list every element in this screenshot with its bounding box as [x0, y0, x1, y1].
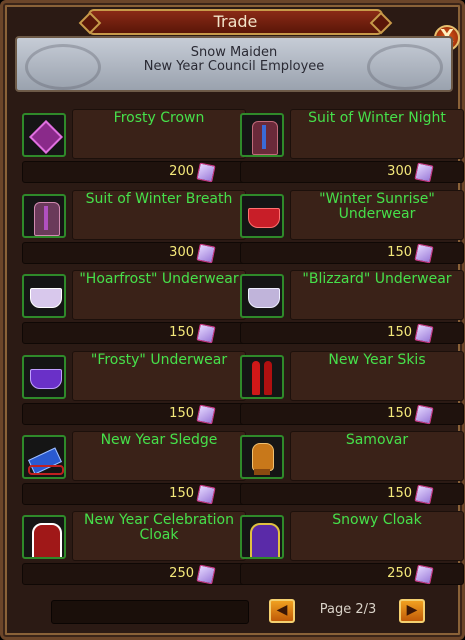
item-name: "Blizzard" Underwear — [302, 271, 452, 287]
npc-banner: Snow Maiden New Year Council Employee — [15, 36, 453, 92]
item-price: 150 — [387, 406, 412, 421]
item-name: Suit of Winter Night — [308, 110, 446, 126]
item-name: New Year Sledge — [100, 432, 218, 448]
ornament-left-icon — [78, 11, 102, 35]
ornament-right-icon — [369, 11, 393, 35]
page-indicator: Page 2/3 — [319, 602, 377, 617]
shop-item-frosty-underwear[interactable]: "Frosty" Underwear 150 — [22, 351, 246, 431]
item-price: 300 — [169, 245, 194, 260]
item-price: 150 — [387, 486, 412, 501]
samovar-icon[interactable] — [240, 435, 284, 479]
item-name: "Winter Sunrise" Underwear — [319, 191, 435, 222]
underwear-icon[interactable] — [22, 355, 66, 399]
item-price: 250 — [387, 566, 412, 581]
frost-swirl-icon — [25, 44, 101, 90]
window-title-bar: Trade — [78, 9, 393, 35]
arrow-right-icon: ▶ — [406, 602, 418, 618]
item-name: "Frosty" Underwear — [90, 352, 228, 368]
cloak-icon[interactable] — [240, 515, 284, 559]
item-price: 150 — [169, 325, 194, 340]
window-title: Trade — [213, 12, 258, 31]
item-name: Suit of Winter Breath — [85, 191, 233, 207]
shop-item-winter-sunrise-underwear[interactable]: "Winter Sunrise" Underwear 150 — [240, 190, 464, 270]
item-price: 250 — [169, 566, 194, 581]
item-name: New Year Celebration Cloak — [83, 512, 234, 543]
shop-item-suit-of-winter-night[interactable]: Suit of Winter Night 300 — [240, 109, 464, 189]
item-price: 150 — [169, 486, 194, 501]
item-name: Snowy Cloak — [332, 512, 422, 528]
skis-icon[interactable] — [240, 355, 284, 399]
prev-page-button[interactable]: ◀ — [269, 599, 295, 623]
shop-item-new-year-skis[interactable]: New Year Skis 150 — [240, 351, 464, 431]
item-price: 300 — [387, 164, 412, 179]
item-name: "Hoarfrost" Underwear — [79, 271, 239, 287]
shop-item-snowy-cloak[interactable]: Snowy Cloak 250 — [240, 511, 464, 591]
shop-item-suit-of-winter-breath[interactable]: Suit of Winter Breath 300 — [22, 190, 246, 270]
shop-item-blizzard-underwear[interactable]: "Blizzard" Underwear 150 — [240, 270, 464, 350]
trade-window: Trade X Snow Maiden New Year Council Emp… — [0, 0, 465, 640]
footer-input-field — [51, 600, 249, 624]
item-name: Frosty Crown — [113, 110, 205, 126]
underwear-icon[interactable] — [240, 194, 284, 238]
cloak-icon[interactable] — [22, 515, 66, 559]
next-page-button[interactable]: ▶ — [399, 599, 425, 623]
suit-icon[interactable] — [240, 113, 284, 157]
shop-item-hoarfrost-underwear[interactable]: "Hoarfrost" Underwear 150 — [22, 270, 246, 350]
underwear-icon[interactable] — [240, 274, 284, 318]
shop-item-frosty-crown[interactable]: Frosty Crown 200 — [22, 109, 246, 189]
item-name: New Year Skis — [328, 352, 426, 368]
shop-item-samovar[interactable]: Samovar 150 — [240, 431, 464, 511]
sledge-icon[interactable] — [22, 435, 66, 479]
crown-icon[interactable] — [22, 113, 66, 157]
item-price: 150 — [387, 245, 412, 260]
item-name: Samovar — [345, 432, 409, 448]
item-price: 200 — [169, 164, 194, 179]
shop-item-new-year-celebration-cloak[interactable]: New Year Celebration Cloak 250 — [22, 511, 246, 591]
item-price: 150 — [169, 406, 194, 421]
shop-item-new-year-sledge[interactable]: New Year Sledge 150 — [22, 431, 246, 511]
item-price: 150 — [387, 325, 412, 340]
arrow-left-icon: ◀ — [276, 602, 288, 618]
frost-swirl-icon — [367, 44, 443, 90]
underwear-icon[interactable] — [22, 274, 66, 318]
suit-icon[interactable] — [22, 194, 66, 238]
